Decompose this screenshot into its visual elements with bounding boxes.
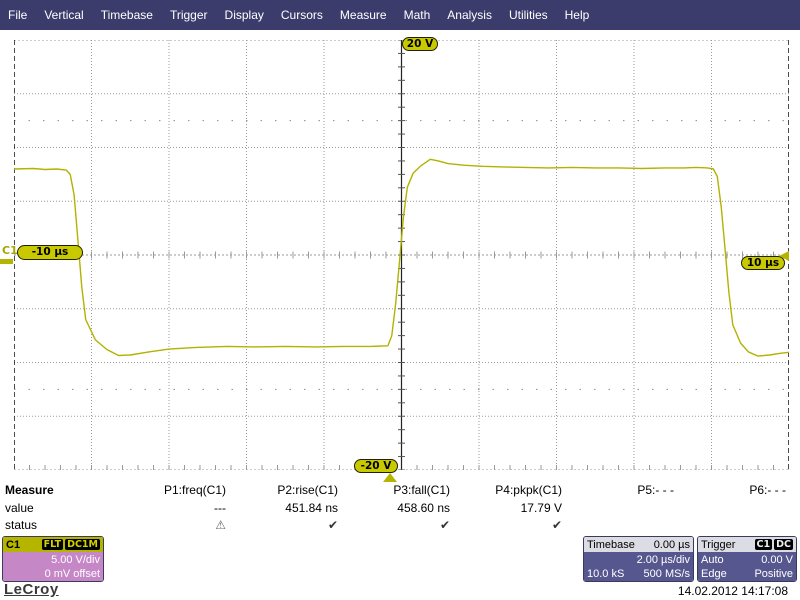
p1-value: ---	[214, 501, 226, 515]
trigger-slope: Positive	[754, 568, 793, 580]
p5-param[interactable]: P5:- - -	[562, 483, 674, 501]
menu-vertical[interactable]: Vertical	[44, 8, 83, 22]
menu-cursors[interactable]: Cursors	[281, 8, 323, 22]
menu-utilities[interactable]: Utilities	[509, 8, 548, 22]
measure-column-p3: P3:fall(C1) 458.60 ns ✔	[338, 483, 450, 536]
datetime-stamp: 14.02.2012 14:17:08	[677, 584, 788, 598]
p1-param[interactable]: P1:freq(C1)	[114, 483, 226, 501]
lecroy-logo: LeCroy	[4, 581, 59, 598]
p6-param[interactable]: P6:- - -	[674, 483, 786, 501]
menu-display[interactable]: Display	[225, 8, 264, 22]
p6-value	[674, 501, 786, 518]
timebase-box-title: Timebase	[587, 538, 635, 551]
p3-param[interactable]: P3:fall(C1)	[338, 483, 450, 501]
measure-row-labels: Measure value status	[0, 483, 114, 536]
trigger-badges: C1 DC	[753, 539, 793, 550]
status-row-label: status	[5, 518, 38, 532]
p5-value	[562, 501, 674, 518]
menu-analysis[interactable]: Analysis	[447, 8, 492, 22]
trigger-level: 0.00 V	[761, 554, 793, 566]
top-voltage-indicator: 20 V	[402, 37, 438, 51]
menu-file[interactable]: File	[8, 8, 27, 22]
trigger-coupling-badge: DC	[774, 539, 793, 550]
trigger-type: Edge	[701, 568, 727, 580]
channel-c1-descriptor-box[interactable]: C1 FLT DC1M 5.00 V/div 0 mV offset	[2, 536, 104, 582]
menu-help[interactable]: Help	[565, 8, 590, 22]
measure-column-p1: P1:freq(C1) --- ⚠	[114, 483, 226, 536]
timebase-samples: 10.0 kS	[587, 568, 625, 580]
p5-status	[562, 518, 674, 534]
timebase-sample-rate: 500 MS/s	[643, 568, 690, 580]
timebase-delay: 0.00 µs	[653, 538, 690, 551]
channel-c1-label: C1	[2, 244, 18, 257]
timebase-descriptor-box[interactable]: Timebase 0.00 µs 2.00 µs/div 10.0 kS 500…	[583, 536, 694, 582]
p6-status	[674, 518, 786, 534]
p4-status-check-icon: ✔	[551, 518, 562, 532]
p2-param[interactable]: P2:rise(C1)	[226, 483, 338, 501]
c1-offset: 0 mV offset	[44, 568, 100, 580]
c1-volts-per-div: 5.00 V/div	[51, 554, 100, 566]
menu-timebase[interactable]: Timebase	[101, 8, 153, 22]
p4-value: 17.79 V	[520, 501, 562, 515]
p3-value: 458.60 ns	[397, 501, 450, 515]
oscilloscope-screen: File Vertical Timebase Trigger Display C…	[0, 0, 800, 600]
bottom-voltage-indicator: -20 V	[354, 459, 398, 473]
menu-math[interactable]: Math	[404, 8, 431, 22]
menu-measure[interactable]: Measure	[340, 8, 387, 22]
trigger-mode: Auto	[701, 554, 724, 566]
measure-panel: Measure value status P1:freq(C1) --- ⚠ P…	[0, 483, 800, 536]
p3-status-check-icon: ✔	[439, 518, 450, 532]
value-row-label: value	[5, 501, 34, 515]
timebase-time-per-div: 2.00 µs/div	[636, 554, 690, 566]
menu-trigger[interactable]: Trigger	[170, 8, 208, 22]
graticule	[14, 40, 789, 470]
c1-coupling-badge: DC1M	[65, 539, 100, 550]
measure-column-p2: P2:rise(C1) 451.84 ns ✔	[226, 483, 338, 536]
measure-column-p4: P4:pkpk(C1) 17.79 V ✔	[450, 483, 562, 536]
c1-trace	[14, 158, 789, 357]
trigger-level-marker[interactable]	[779, 251, 789, 261]
c1-filter-badge: FLT	[41, 539, 64, 550]
p4-param[interactable]: P4:pkpk(C1)	[450, 483, 562, 501]
p2-status-check-icon: ✔	[327, 518, 338, 532]
trigger-source-badge: C1	[754, 539, 773, 550]
p1-status-warning-icon: ⚠	[215, 518, 226, 532]
trigger-box-title: Trigger	[701, 538, 736, 551]
measure-title: Measure	[5, 483, 54, 497]
measure-column-p5: P5:- - -	[562, 483, 674, 536]
c1-box-title: C1	[6, 538, 21, 551]
trigger-descriptor-box[interactable]: Trigger C1 DC Auto 0.00 V Edge Positive	[697, 536, 797, 582]
trigger-time-marker[interactable]	[383, 473, 397, 482]
c1-coupling-badges: FLT DC1M	[40, 539, 100, 550]
measure-column-p6: P6:- - -	[674, 483, 786, 536]
left-time-indicator: -10 µs	[17, 245, 83, 260]
waveform-display-area: 20 V -20 V -10 µs 10 µs C1	[0, 30, 800, 483]
menu-bar: File Vertical Timebase Trigger Display C…	[0, 0, 800, 30]
channel-offset-marker[interactable]	[0, 259, 13, 264]
p2-value: 451.84 ns	[285, 501, 338, 515]
